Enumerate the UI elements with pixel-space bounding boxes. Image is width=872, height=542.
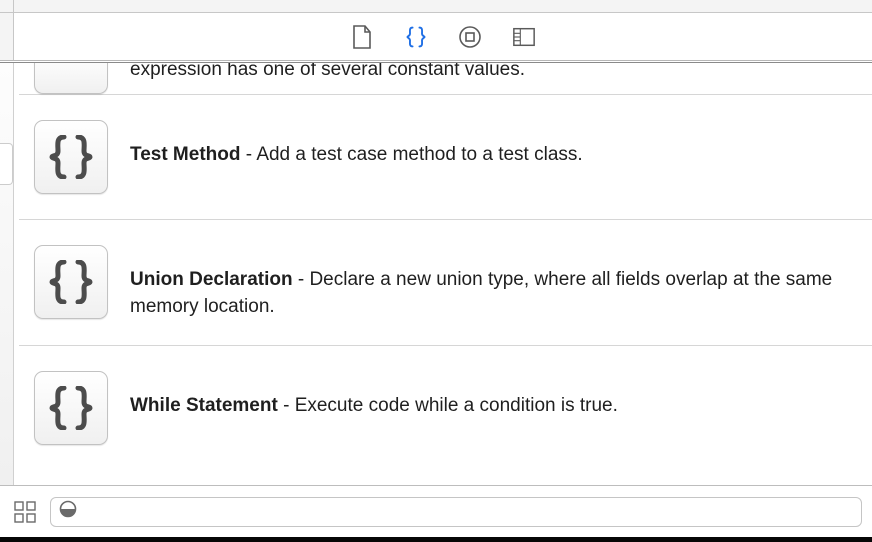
snippet-title: While Statement [130, 395, 278, 416]
snippet-description: - Execute code while a condition is true… [278, 395, 618, 416]
snippet-title: Union Declaration [130, 269, 293, 290]
window-chrome-top [0, 0, 872, 13]
snippet-description: expression has one of several constant v… [130, 63, 525, 80]
toolbar-divider [0, 60, 872, 61]
list-item[interactable]: Union Declaration - Declare a new union … [19, 220, 872, 346]
snippet-list: expression has one of several constant v… [14, 63, 872, 485]
library-toolbar [0, 13, 872, 60]
snippet-text: Test Method - Add a test case method to … [130, 120, 852, 169]
braces-icon [34, 245, 108, 319]
list-item[interactable]: While Statement - Execute code while a c… [19, 346, 872, 470]
code-snippets-tab[interactable] [404, 25, 428, 49]
file-templates-tab[interactable] [350, 25, 374, 49]
panel-collapse-handle[interactable] [0, 143, 13, 185]
scope-icon[interactable] [59, 500, 77, 523]
braces-icon [34, 63, 108, 94]
toolbar-left-edge [0, 13, 14, 60]
snippet-title: Test Method [130, 144, 240, 165]
window-chrome-bottom [0, 537, 872, 542]
snippet-text: expression has one of several constant v… [130, 63, 852, 94]
grid-view-button[interactable] [12, 499, 38, 525]
snippet-text: While Statement - Execute code while a c… [130, 371, 852, 420]
braces-icon [34, 120, 108, 194]
list-item[interactable]: expression has one of several constant v… [19, 63, 872, 95]
snippet-text: Union Declaration - Declare a new union … [130, 245, 852, 320]
media-tab[interactable] [512, 25, 536, 49]
filter-field[interactable] [50, 497, 862, 527]
list-item[interactable]: Test Method - Add a test case method to … [19, 95, 872, 220]
panel-collapse-gutter[interactable] [0, 63, 14, 485]
window-chrome-left-edge [0, 0, 14, 12]
bottom-bar [0, 485, 872, 537]
objects-tab[interactable] [458, 25, 482, 49]
braces-icon [34, 371, 108, 445]
snippet-description: - Add a test case method to a test class… [240, 144, 582, 165]
filter-input[interactable] [83, 502, 853, 521]
